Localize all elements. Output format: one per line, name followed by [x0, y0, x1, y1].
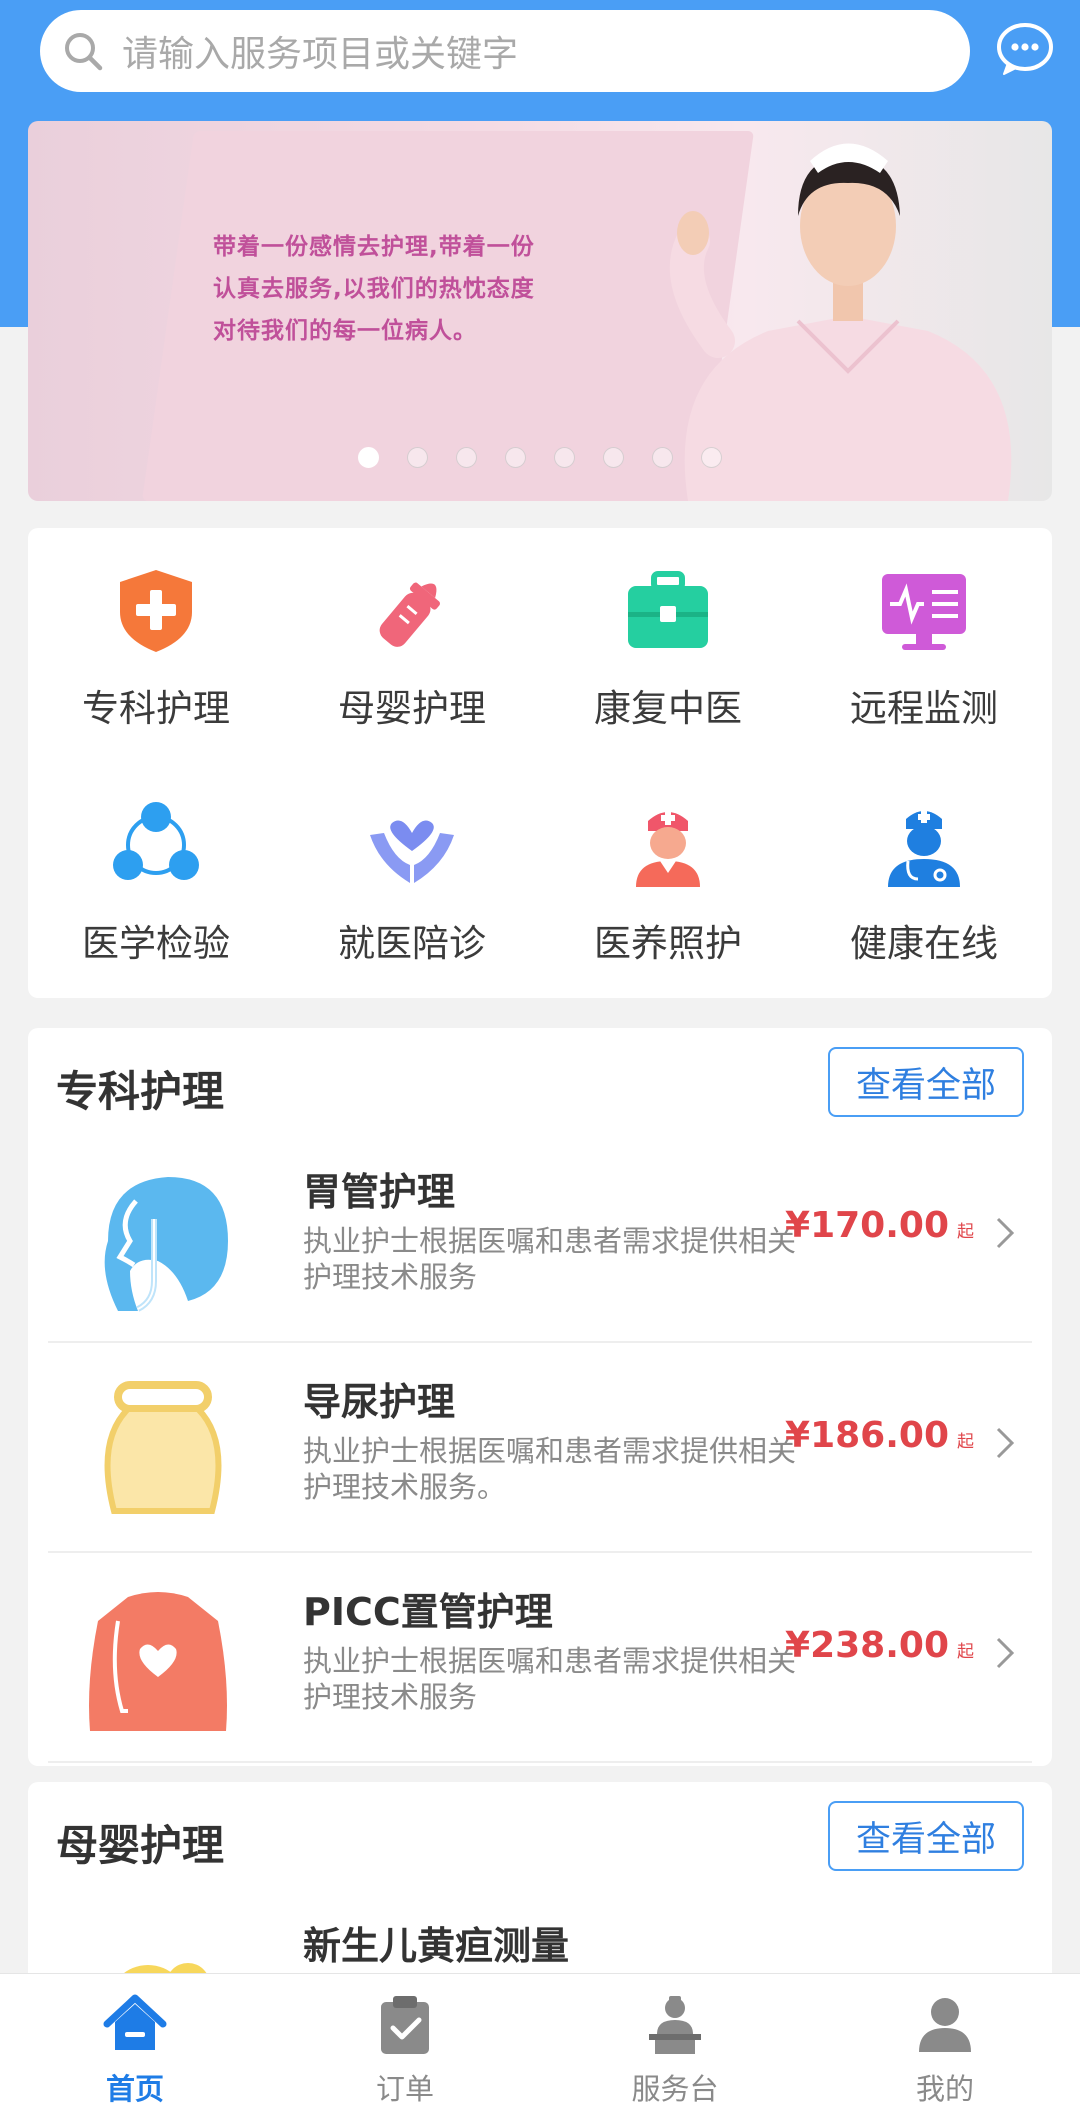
- category-label: 就医陪诊: [338, 922, 486, 965]
- medical-kit-icon: [628, 571, 708, 648]
- tab-home[interactable]: 首页: [0, 1974, 270, 2117]
- view-all-button[interactable]: 查看全部: [828, 1801, 1024, 1871]
- banner-dot[interactable]: [407, 447, 428, 468]
- category-label: 母婴护理: [338, 687, 486, 730]
- service-price: ¥238.00 起: [785, 1625, 974, 1666]
- doctor-icon: [888, 811, 960, 887]
- service-item[interactable]: 胃管护理 执业护士根据医嘱和患者需求提供相关护理技术服务 ¥170.00 起: [48, 1133, 1032, 1343]
- category-lab-test[interactable]: 医学检验: [28, 763, 284, 998]
- chevron-right-icon: [996, 1427, 1015, 1459]
- service-name: 胃管护理: [303, 1170, 456, 1214]
- service-item[interactable]: 导尿护理 执业护士根据医嘱和患者需求提供相关护理技术服务。 ¥186.00 起: [48, 1343, 1032, 1553]
- category-label: 医学检验: [82, 922, 230, 965]
- tab-label: 我的: [915, 2072, 974, 2106]
- service-price: ¥170.00 起: [785, 1205, 974, 1246]
- banner-dot[interactable]: [603, 447, 624, 468]
- baby-bottle-icon: [379, 582, 440, 647]
- tab-orders[interactable]: 订单: [270, 1974, 540, 2117]
- category-elderly-care[interactable]: 医养照护: [540, 763, 796, 998]
- search-icon: [65, 33, 103, 71]
- category-remote-monitoring[interactable]: 远程监测: [796, 528, 1052, 763]
- banner-dot[interactable]: [554, 447, 575, 468]
- search-bar[interactable]: 请输入服务项目或关键字: [40, 10, 970, 92]
- category-grid-card: 专科护理 母婴护理 康复中医 远程监测 医学检验 就医陪诊 医养照护 健康在线: [28, 528, 1052, 998]
- category-label: 康复中医: [594, 687, 742, 730]
- banner-pagination: [358, 447, 722, 468]
- category-rehab-tcm[interactable]: 康复中医: [540, 528, 796, 763]
- service-description: 执业护士根据医嘱和患者需求提供相关护理技术服务: [303, 1644, 797, 1714]
- bottom-tab-bar: 首页 订单 服务台 我的: [0, 1973, 1080, 2117]
- tab-label: 订单: [375, 2072, 434, 2106]
- promo-banner[interactable]: 带着一份感情去护理,带着一份 认真去服务,以我们的热忱态度 对待我们的每一位病人…: [28, 121, 1052, 501]
- service-price: ¥186.00 起: [785, 1415, 974, 1456]
- service-name: PICC置管护理: [303, 1590, 553, 1634]
- service-description: 执业护士根据医嘱和患者需求提供相关护理技术服务: [303, 1224, 797, 1294]
- shield-plus-icon: [120, 570, 192, 652]
- chevron-right-icon: [996, 1217, 1015, 1249]
- nurse-illustration: [669, 143, 1012, 501]
- banner-dot[interactable]: [701, 447, 722, 468]
- category-specialty-care[interactable]: 专科护理: [28, 528, 284, 763]
- nurse-icon: [636, 811, 700, 887]
- banner-slogan: 带着一份感情去护理,带着一份 认真去服务,以我们的热忱态度 对待我们的每一位病人…: [213, 234, 535, 344]
- banner-dot[interactable]: [456, 447, 477, 468]
- service-name: 导尿护理: [303, 1380, 456, 1424]
- section-specialty-care: 专科护理 查看全部 胃管护理 执业护士根据医嘱和患者需求提供相关护理技术服务 ¥…: [28, 1028, 1052, 1766]
- search-placeholder: 请输入服务项目或关键字: [122, 34, 519, 75]
- section-title: 专科护理: [56, 1067, 225, 1116]
- hands-heart-icon: [370, 820, 454, 883]
- tab-service-desk[interactable]: 服务台: [540, 1974, 810, 2117]
- home-icon: [103, 1994, 167, 2050]
- tab-label: 服务台: [631, 2072, 719, 2106]
- tab-label: 首页: [105, 2072, 164, 2106]
- category-health-online[interactable]: 健康在线: [796, 763, 1052, 998]
- banner-dot[interactable]: [505, 447, 526, 468]
- head-tube-icon: [104, 1177, 228, 1312]
- category-maternal-care[interactable]: 母婴护理: [284, 528, 540, 763]
- monitor-ecg-icon: [882, 574, 966, 650]
- service-description: 执业护士根据医嘱和患者需求提供相关护理技术服务。: [303, 1434, 797, 1504]
- category-label: 医养照护: [594, 922, 742, 965]
- category-escort-visit[interactable]: 就医陪诊: [284, 763, 540, 998]
- service-item[interactable]: PICC置管护理 执业护士根据医嘱和患者需求提供相关护理技术服务 ¥238.00…: [48, 1553, 1032, 1763]
- banner-dot[interactable]: [652, 447, 673, 468]
- user-icon: [919, 1998, 971, 2052]
- view-all-button[interactable]: 查看全部: [828, 1047, 1024, 1117]
- section-title: 母婴护理: [56, 1821, 225, 1870]
- clipboard-check-icon: [381, 1996, 429, 2054]
- message-icon[interactable]: [996, 20, 1054, 78]
- chevron-right-icon: [996, 1637, 1015, 1669]
- banner-dot[interactable]: [358, 447, 379, 468]
- torso-picc-icon: [89, 1592, 227, 1731]
- molecule-icon: [113, 802, 199, 880]
- category-label: 专科护理: [82, 687, 230, 730]
- service-desk-icon: [649, 1996, 701, 2054]
- category-label: 健康在线: [850, 922, 998, 965]
- tab-mine[interactable]: 我的: [810, 1974, 1080, 2117]
- urine-bag-icon: [104, 1381, 222, 1514]
- category-label: 远程监测: [850, 687, 998, 730]
- service-name: 新生儿黄疸测量: [303, 1924, 570, 1968]
